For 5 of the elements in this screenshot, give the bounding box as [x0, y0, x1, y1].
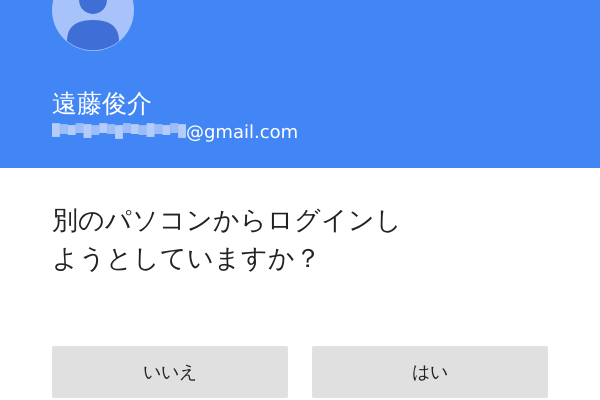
answer-button[interactable]: いいえ — [52, 346, 288, 398]
account-email: @gmail.com — [186, 121, 298, 145]
account-name: 遠藤俊介 — [52, 89, 153, 119]
question-text: 別のパソコンからログインしようとしていますか？ — [52, 205, 403, 276]
answer-button[interactable]: はい — [312, 346, 548, 398]
